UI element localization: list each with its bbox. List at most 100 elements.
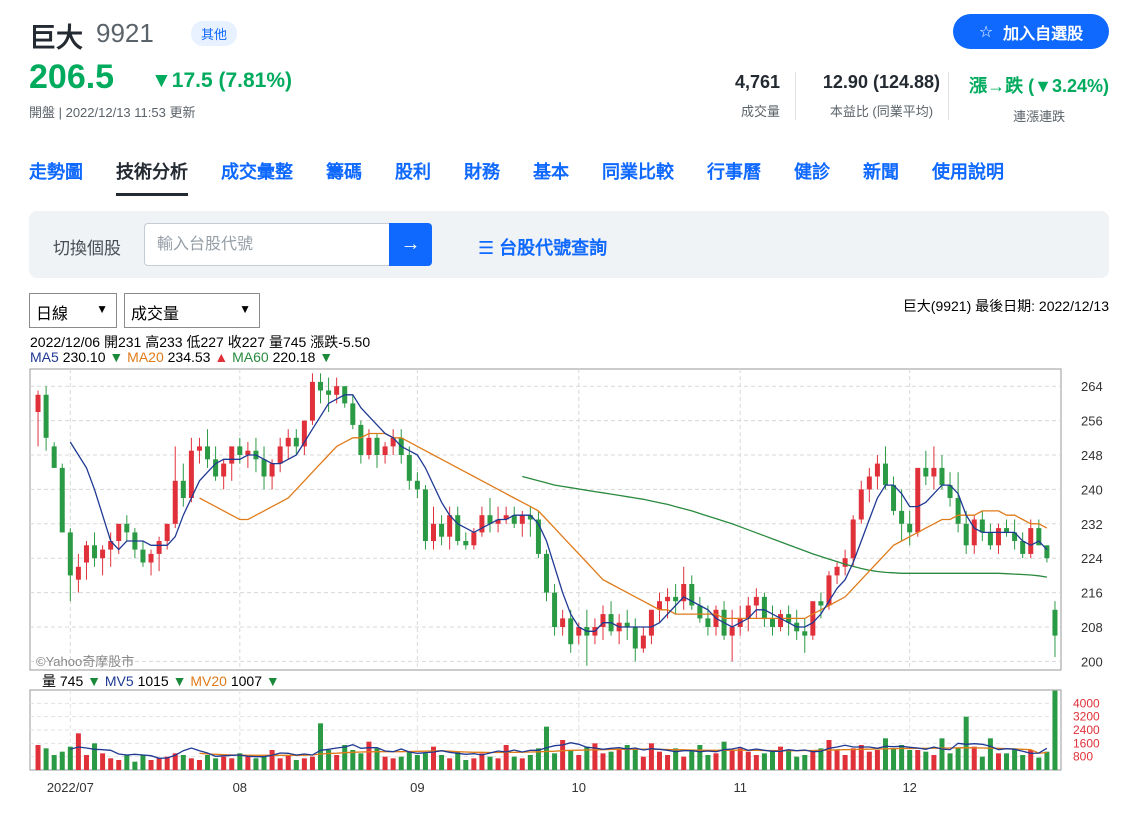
candle-body bbox=[778, 614, 784, 627]
volume-bar bbox=[527, 755, 533, 770]
volume-bar bbox=[640, 756, 646, 770]
volume-tick-label: 2400 bbox=[1073, 723, 1100, 737]
candle-body bbox=[471, 532, 477, 546]
candle-body bbox=[358, 424, 364, 455]
volume-bar bbox=[277, 758, 283, 770]
volume-bar bbox=[382, 756, 388, 770]
candle-body bbox=[519, 515, 525, 524]
x-tick-label: 08 bbox=[233, 780, 247, 795]
price-tick-label: 240 bbox=[1081, 482, 1103, 497]
volume-bar bbox=[309, 756, 315, 770]
candle-body bbox=[414, 480, 420, 490]
candle-body bbox=[769, 618, 775, 627]
candle-body bbox=[866, 476, 872, 490]
candle-body bbox=[640, 635, 646, 649]
volume-bar bbox=[67, 746, 73, 770]
x-tick-label: 10 bbox=[572, 780, 586, 795]
candle-body bbox=[891, 485, 897, 511]
volume-bar bbox=[148, 760, 154, 770]
volume-bar bbox=[874, 750, 880, 770]
candle-body bbox=[196, 446, 202, 451]
volume-bar bbox=[43, 748, 49, 770]
candle-body bbox=[697, 605, 703, 619]
candle-body bbox=[293, 437, 299, 447]
candle-body bbox=[447, 515, 453, 537]
volume-bar bbox=[318, 723, 324, 770]
volume-bar bbox=[656, 751, 662, 770]
candle-body bbox=[1052, 609, 1058, 636]
volume-bar bbox=[794, 756, 800, 770]
volume-bar bbox=[850, 748, 856, 770]
volume-bar bbox=[471, 758, 477, 770]
volume-bar bbox=[1044, 751, 1050, 770]
price-tick-label: 256 bbox=[1081, 414, 1103, 429]
volume-bar bbox=[463, 760, 469, 770]
candle-body bbox=[229, 446, 235, 464]
volume-bar bbox=[245, 756, 251, 770]
candle-body bbox=[882, 463, 888, 486]
volume-bar bbox=[971, 746, 977, 770]
stock-chart[interactable]: 200 208 216 224 232 240 248 256 264 8001600240032… bbox=[0, 0, 1140, 817]
volume-bar bbox=[939, 738, 945, 770]
volume-bar bbox=[915, 750, 921, 770]
volume-bar bbox=[842, 755, 848, 770]
volume-bar bbox=[834, 750, 840, 770]
candle-body bbox=[277, 446, 283, 464]
volume-bar bbox=[301, 758, 307, 770]
volume-bar bbox=[221, 756, 227, 770]
candle-body bbox=[665, 596, 671, 602]
volume-bar bbox=[51, 755, 57, 770]
volume-bar bbox=[100, 753, 106, 770]
volume-bar bbox=[1052, 690, 1058, 770]
price-tick-label: 232 bbox=[1081, 517, 1103, 532]
price-tick-label: 200 bbox=[1081, 654, 1103, 669]
volume-bar bbox=[285, 755, 291, 770]
candle-body bbox=[915, 467, 921, 533]
candle-body bbox=[51, 446, 57, 468]
volume-bar bbox=[1036, 757, 1042, 770]
candle-body bbox=[374, 437, 380, 455]
volume-bar bbox=[576, 755, 582, 770]
volume-bar bbox=[156, 758, 162, 770]
candle-body bbox=[753, 596, 759, 606]
candle-body bbox=[552, 592, 558, 627]
candle-body bbox=[568, 618, 574, 645]
volume-bar bbox=[358, 753, 364, 770]
volume-bar bbox=[826, 740, 832, 770]
candle-body bbox=[261, 459, 267, 477]
candle-body bbox=[729, 627, 735, 636]
volume-bar bbox=[229, 758, 235, 770]
volume-bar bbox=[600, 753, 606, 770]
volume-bar bbox=[632, 748, 638, 770]
volume-bar bbox=[342, 745, 348, 770]
candle-body bbox=[366, 437, 372, 455]
volume-bar bbox=[802, 755, 808, 770]
volume-bar bbox=[83, 755, 89, 770]
candle-body bbox=[931, 467, 937, 477]
candle-body bbox=[963, 523, 969, 546]
volume-bar bbox=[689, 750, 695, 770]
volume-bar bbox=[745, 751, 751, 770]
candle-body bbox=[100, 549, 106, 559]
volume-bar bbox=[987, 738, 993, 770]
volume-bar bbox=[431, 746, 437, 770]
volume-bar bbox=[390, 758, 396, 770]
volume-bar bbox=[616, 750, 622, 770]
candle-body bbox=[350, 403, 356, 425]
volume-bar bbox=[269, 750, 275, 770]
volume-bar bbox=[253, 758, 259, 770]
volume-bar bbox=[414, 755, 420, 770]
volume-bar bbox=[59, 751, 65, 770]
volume-bar bbox=[455, 751, 461, 770]
candle-body bbox=[939, 467, 945, 486]
candle-body bbox=[850, 519, 856, 559]
x-tick-label: 12 bbox=[902, 780, 916, 795]
candle-body bbox=[673, 596, 679, 602]
volume-bar bbox=[761, 753, 767, 770]
volume-bar bbox=[737, 748, 743, 770]
candle-body bbox=[334, 386, 340, 395]
candle-body bbox=[406, 455, 412, 481]
volume-bar bbox=[1012, 748, 1018, 770]
volume-bar bbox=[866, 751, 872, 770]
price-panel-frame bbox=[29, 368, 1062, 671]
